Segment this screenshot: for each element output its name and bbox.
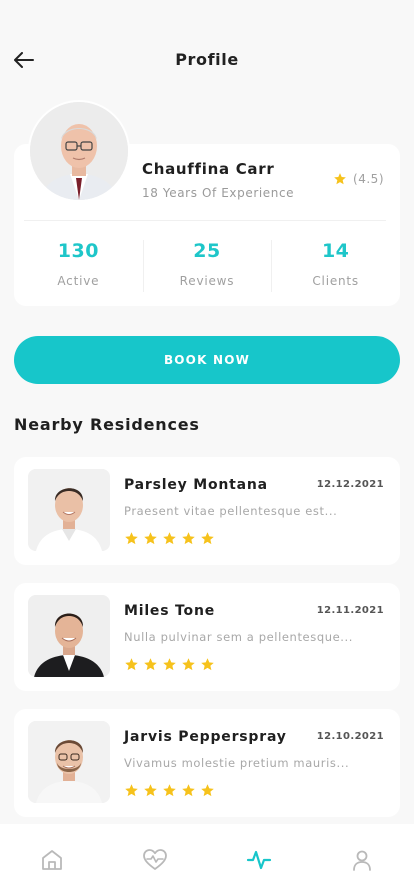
star-icon <box>201 658 214 671</box>
stat-label: Active <box>57 274 100 288</box>
doctor-name: Chauffina Carr <box>142 160 275 178</box>
star-icon <box>163 658 176 671</box>
stat-reviews: 25 Reviews <box>142 240 272 294</box>
residence-card[interactable]: Jarvis Pepperspray 12.10.2021 Vivamus mo… <box>14 709 400 817</box>
residence-date: 12.11.2021 <box>316 605 384 616</box>
star-icon <box>144 658 157 671</box>
nav-favorites[interactable] <box>104 824 208 896</box>
residence-card[interactable]: Parsley Montana 12.12.2021 Praesent vita… <box>14 457 400 565</box>
activity-icon <box>246 850 271 870</box>
residence-name: Parsley Montana <box>124 477 268 493</box>
residence-name: Jarvis Pepperspray <box>124 729 287 745</box>
section-title: Nearby Residences <box>14 415 200 434</box>
heart-pulse-icon <box>143 849 168 870</box>
residence-name: Miles Tone <box>124 603 216 619</box>
residence-description: Vivamus molestie pretium mauris... <box>124 756 350 770</box>
residence-description: Praesent vitae pellentesque est... <box>124 504 338 518</box>
star-icon <box>144 532 157 545</box>
star-icon <box>182 658 195 671</box>
doctor-experience: 18 Years Of Experience <box>142 186 295 200</box>
star-rating <box>124 657 215 672</box>
nav-activity[interactable] <box>207 824 311 896</box>
stat-label: Clients <box>312 274 359 288</box>
stat-value: 130 <box>57 240 99 262</box>
header: Profile <box>0 40 414 80</box>
star-icon <box>182 532 195 545</box>
residence-photo <box>28 595 110 677</box>
stat-label: Reviews <box>179 274 235 288</box>
star-icon <box>163 532 176 545</box>
star-icon <box>144 784 157 797</box>
stat-clients: 14 Clients <box>271 240 400 294</box>
star-icon <box>125 658 138 671</box>
stats-row: 130 Active 25 Reviews 14 Clients <box>14 240 400 294</box>
star-icon <box>125 532 138 545</box>
user-icon <box>353 850 372 871</box>
residence-photo <box>28 469 110 551</box>
star-icon <box>163 784 176 797</box>
page-title: Profile <box>175 50 239 69</box>
star-icon <box>201 532 214 545</box>
stat-value: 14 <box>321 240 350 262</box>
nav-profile[interactable] <box>311 824 414 896</box>
stat-value: 25 <box>193 240 221 262</box>
divider <box>24 220 386 221</box>
home-icon <box>41 850 62 870</box>
star-rating <box>124 531 215 546</box>
book-now-button[interactable]: BOOK NOW <box>14 336 400 384</box>
residence-card[interactable]: Miles Tone 12.11.2021 Nulla pulvinar sem… <box>14 583 400 691</box>
residence-date: 12.10.2021 <box>316 731 384 742</box>
star-icon <box>182 784 195 797</box>
star-rating <box>124 783 215 798</box>
doctor-avatar <box>28 100 130 202</box>
bottom-nav <box>0 824 414 896</box>
star-icon <box>201 784 214 797</box>
nav-home[interactable] <box>0 824 104 896</box>
residence-photo <box>28 721 110 803</box>
doctor-rating: (4.5) <box>333 172 384 186</box>
star-icon <box>125 784 138 797</box>
residence-description: Nulla pulvinar sem a pellentesque... <box>124 630 354 644</box>
stat-active: 130 Active <box>14 240 143 294</box>
residence-date: 12.12.2021 <box>316 479 384 490</box>
star-icon <box>334 173 346 185</box>
rating-value: (4.5) <box>353 172 384 186</box>
